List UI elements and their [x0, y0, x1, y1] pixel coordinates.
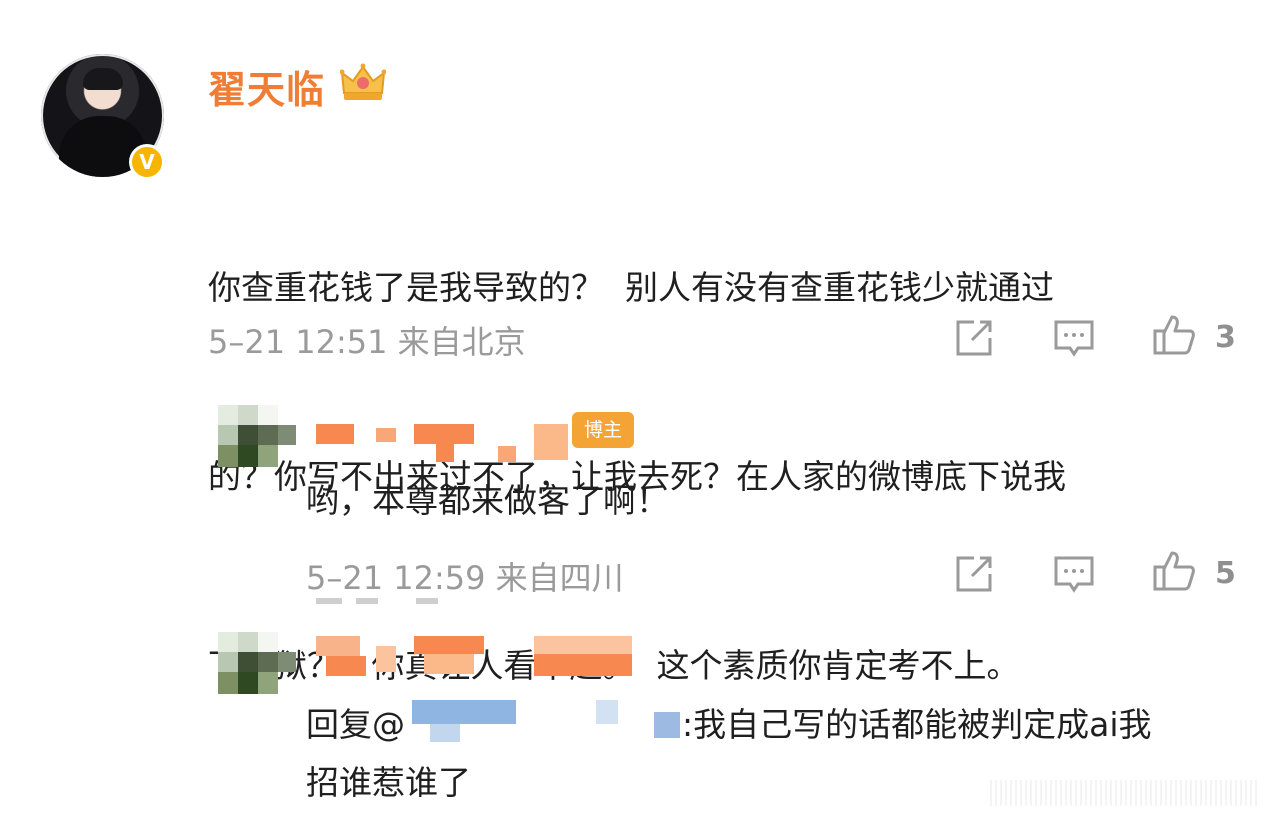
reply-text: :我自己写的话都能被判定成ai我: [682, 705, 1152, 744]
redacted-username: [436, 444, 454, 462]
like-count: 3: [1215, 320, 1236, 355]
redacted-line: [416, 598, 438, 604]
like-count: 5: [1215, 556, 1236, 591]
redacted-username: [424, 654, 474, 674]
redacted-username: [414, 636, 484, 654]
redacted-username: [316, 424, 354, 444]
author-name[interactable]: 翟天临: [208, 59, 325, 114]
redacted-username: [316, 636, 360, 656]
comment-meta: 5–21 12:51 来自北京: [208, 323, 526, 361]
share-icon[interactable]: [952, 552, 996, 596]
redacted-username: [498, 446, 516, 462]
reply-avatar[interactable]: [218, 405, 296, 467]
reply-prefix: 回复@: [306, 705, 405, 744]
redacted-username: [376, 428, 396, 442]
redacted-mention: [654, 712, 680, 738]
watermark: [990, 780, 1258, 806]
reply-meta: 5–21 12:59 来自四川: [306, 559, 624, 597]
redacted-username: [376, 646, 396, 672]
redacted-username: [534, 654, 632, 676]
redacted-mention: [412, 700, 516, 724]
redacted-line: [356, 598, 378, 604]
share-icon[interactable]: [952, 316, 996, 360]
comment-icon[interactable]: [1052, 552, 1096, 596]
redacted-username: [534, 636, 632, 654]
redacted-username: [534, 424, 568, 460]
reply-avatar[interactable]: [218, 632, 296, 694]
comment-icon[interactable]: [1052, 316, 1096, 360]
crown-icon: [340, 63, 386, 100]
verified-v-icon: V: [129, 144, 165, 180]
redacted-mention: [430, 724, 460, 742]
reply-text: 招谁惹谁了: [306, 763, 471, 802]
comment-text-line: 你查重花钱了是我导致的？ 别人有没有查重花钱少就通过: [208, 268, 1054, 307]
blogger-badge: 博主: [572, 412, 634, 448]
redacted-username: [326, 656, 366, 676]
thumbs-up-icon[interactable]: [1152, 549, 1196, 593]
redacted-username: [414, 424, 474, 444]
redacted-line: [316, 598, 342, 604]
redacted-mention: [596, 700, 618, 724]
reply-text: 哟，本尊都来做客了啊！: [306, 481, 669, 520]
thumbs-up-icon[interactable]: [1152, 313, 1196, 357]
